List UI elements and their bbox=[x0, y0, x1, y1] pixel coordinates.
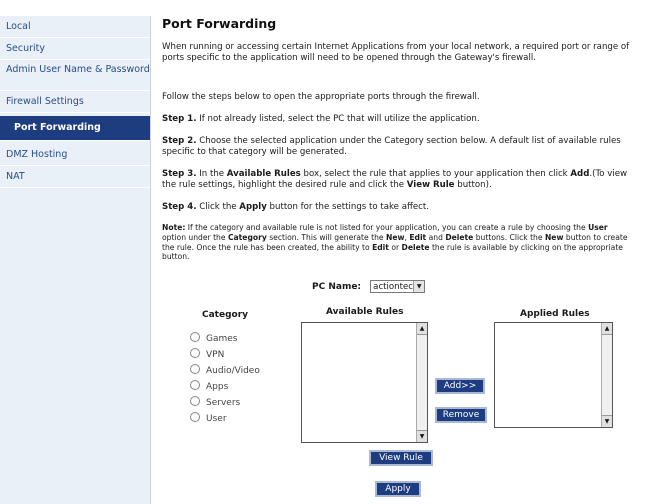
pc-name-label: PC Name: bbox=[312, 282, 362, 292]
radio-circle-icon bbox=[190, 332, 200, 342]
add-button[interactable]: Add>> bbox=[435, 378, 485, 394]
view-rule-button[interactable]: View Rule bbox=[369, 450, 433, 466]
radio-circle-icon bbox=[190, 396, 200, 406]
sidebar-item-nat[interactable]: NAT bbox=[0, 166, 150, 188]
sidebar-item-local[interactable]: Local bbox=[0, 16, 150, 38]
top-strip bbox=[0, 0, 659, 16]
intro-text: When running or accessing certain Intern… bbox=[162, 42, 630, 64]
step-1: Step 1. If not already listed, select th… bbox=[162, 114, 480, 124]
available-rules-scrollbar[interactable]: ▲ ▼ bbox=[416, 323, 427, 442]
page-title: Port Forwarding bbox=[162, 16, 277, 31]
sidebar-item-security[interactable]: Security bbox=[0, 38, 150, 60]
apply-button[interactable]: Apply bbox=[375, 481, 421, 497]
scroll-down-icon[interactable]: ▼ bbox=[417, 430, 427, 442]
category-radio-user[interactable]: User bbox=[190, 412, 227, 424]
radio-circle-icon bbox=[190, 364, 200, 374]
sidebar-item-firewall-settings[interactable]: Firewall Settings bbox=[0, 91, 150, 113]
applied-rules-listbox[interactable]: ▲ ▼ bbox=[494, 322, 613, 428]
pc-name-row: PC Name: actiontec ▼ bbox=[312, 280, 426, 293]
step-2: Step 2. Choose the selected application … bbox=[162, 136, 621, 158]
step-3: Step 3. In the Available Rules box, sele… bbox=[162, 169, 628, 191]
applied-rules-header: Applied Rules bbox=[520, 309, 590, 319]
category-radio-servers[interactable]: Servers bbox=[190, 396, 240, 408]
category-radio-audio-video[interactable]: Audio/Video bbox=[190, 364, 260, 376]
radio-circle-icon bbox=[190, 380, 200, 390]
chevron-down-icon: ▼ bbox=[413, 281, 425, 292]
category-radio-vpn[interactable]: VPN bbox=[190, 348, 224, 360]
category-header: Category bbox=[202, 310, 249, 320]
follow-text: Follow the steps below to open the appro… bbox=[162, 92, 480, 102]
category-radio-apps[interactable]: Apps bbox=[190, 380, 228, 392]
applied-rules-scrollbar[interactable]: ▲ ▼ bbox=[601, 323, 612, 427]
scroll-down-icon[interactable]: ▼ bbox=[602, 415, 612, 427]
scroll-up-icon[interactable]: ▲ bbox=[417, 323, 427, 335]
remove-button[interactable]: Remove bbox=[435, 407, 487, 423]
pc-name-select[interactable]: actiontec ▼ bbox=[370, 280, 426, 293]
sidebar-item-port-forwarding[interactable]: Port Forwarding bbox=[0, 116, 150, 141]
sidebar-item-dmz-hosting[interactable]: DMZ Hosting bbox=[0, 144, 150, 166]
step-4: Step 4. Click the Apply button for the s… bbox=[162, 202, 429, 212]
pc-name-value: actiontec bbox=[373, 282, 414, 292]
available-rules-listbox[interactable]: ▲ ▼ bbox=[301, 322, 428, 443]
radio-circle-icon bbox=[190, 348, 200, 358]
available-rules-header: Available Rules bbox=[326, 307, 404, 317]
category-radio-games[interactable]: Games bbox=[190, 332, 237, 344]
sidebar-nav: Local Security Admin User Name & Passwor… bbox=[0, 16, 151, 504]
sidebar-item-admin-user[interactable]: Admin User Name & Password bbox=[0, 60, 150, 91]
radio-circle-icon bbox=[190, 412, 200, 422]
note-text: Note: If the category and available rule… bbox=[162, 223, 628, 262]
scroll-up-icon[interactable]: ▲ bbox=[602, 323, 612, 335]
